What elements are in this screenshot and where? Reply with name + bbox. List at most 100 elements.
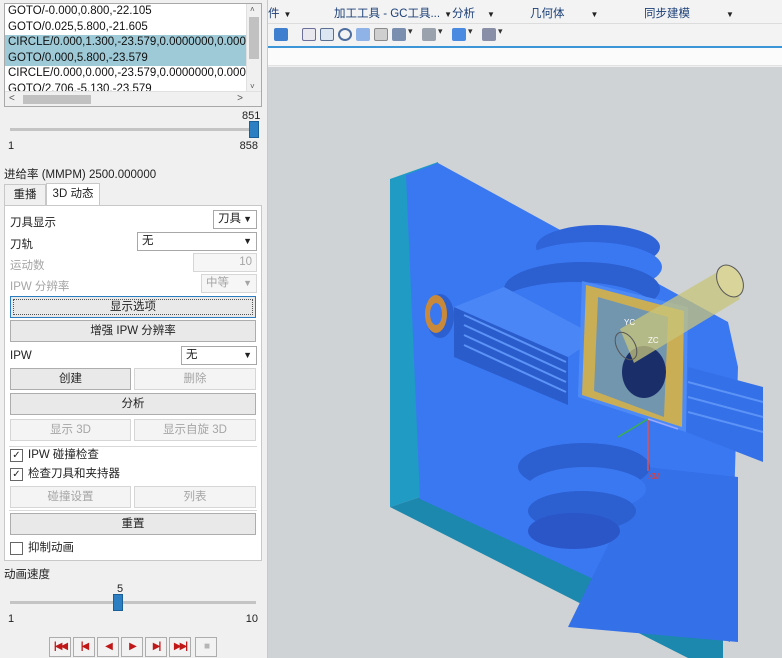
divider: [9, 510, 257, 511]
show-3d-button[interactable]: 显示 3D: [10, 419, 131, 441]
ipw-select[interactable]: 无 ▼: [181, 346, 257, 365]
menu-label: 同步建模: [644, 8, 690, 20]
perspective-icon[interactable]: [374, 28, 388, 41]
toolpath-line[interactable]: CIRCLE/0.000,0.000,-23.579,0.0000000,0.0…: [5, 66, 246, 82]
vertical-scroll-thumb[interactable]: [249, 17, 259, 59]
stop-button[interactable]: ■: [195, 637, 217, 657]
checkbox-checked-icon[interactable]: ✓: [10, 449, 23, 462]
play-reverse-button[interactable]: ◀: [97, 637, 119, 657]
list-button[interactable]: 列表: [134, 486, 256, 508]
menu-item-sync-modeling[interactable]: 同步建模 ▼: [644, 5, 734, 21]
position-slider-min: 1: [8, 140, 15, 152]
toolpath-value: 无: [142, 235, 154, 247]
slider-track[interactable]: [10, 601, 256, 604]
motion-count-field[interactable]: 10: [193, 253, 257, 272]
orient-view-icon[interactable]: [392, 26, 413, 41]
chevron-down-icon: ▼: [283, 10, 292, 19]
toolpath-line-selected[interactable]: GOTO/0.000,5.800,-23.579: [5, 50, 246, 66]
toolpath-label: 刀轨: [10, 239, 33, 251]
ipw-collision-check-checkbox[interactable]: ✓ IPW 碰撞检查: [10, 448, 99, 464]
ipw-collision-check-label: IPW 碰撞检查: [28, 449, 99, 461]
scroll-left-icon[interactable]: <: [9, 93, 15, 104]
collision-settings-button[interactable]: 碰撞设置: [10, 486, 131, 508]
vertical-scrollbar[interactable]: ˄ ˅: [246, 4, 261, 92]
animation-speed-slider[interactable]: 5 1 10: [4, 583, 262, 625]
horizontal-scrollbar[interactable]: < >: [5, 91, 261, 106]
chevron-down-icon: ▼: [487, 10, 495, 19]
chevron-down-icon: ▼: [726, 10, 734, 19]
delete-button[interactable]: 删除: [134, 368, 256, 390]
animation-speed-label: 动画速度: [4, 569, 50, 581]
toolpath-position-slider[interactable]: 851 1 858: [4, 110, 262, 152]
chevron-down-icon: ▼: [243, 350, 252, 360]
analyze-button[interactable]: 分析: [10, 393, 256, 415]
go-to-start-button[interactable]: |◀◀: [49, 637, 71, 657]
position-slider-thumb[interactable]: [248, 121, 259, 138]
chevron-down-icon: ▼: [444, 10, 452, 19]
animation-speed-thumb[interactable]: [113, 594, 124, 611]
display-options-button[interactable]: 显示选项: [10, 296, 256, 318]
rotate-icon[interactable]: [338, 28, 352, 41]
animation-speed-min: 1: [8, 613, 15, 625]
toolpath-select[interactable]: 无 ▼: [137, 232, 257, 251]
scroll-down-icon[interactable]: ˅: [250, 82, 255, 91]
toolpath-line-selected[interactable]: CIRCLE/0.000,1.300,-23.579,0.0000000,0.0…: [5, 35, 246, 51]
enhance-ipw-resolution-button[interactable]: 增强 IPW 分辨率: [10, 320, 256, 342]
menu-item-analysis[interactable]: 分析 ▼: [452, 5, 495, 21]
create-button[interactable]: 创建: [10, 368, 131, 390]
fit-view-icon[interactable]: [302, 28, 316, 41]
checkbox-unchecked-icon[interactable]: [10, 542, 23, 555]
step-forward-button[interactable]: ▶|: [145, 637, 167, 657]
tab-replay[interactable]: 重播: [4, 184, 46, 205]
view-toolbar: [268, 24, 782, 46]
suppress-animation-label: 抑制动画: [28, 542, 74, 554]
feed-rate-readout: 进给率 (MMPM) 2500.000000: [4, 169, 157, 181]
chevron-down-icon: ▼: [590, 10, 599, 19]
cube-view-icon[interactable]: [274, 28, 288, 41]
pan-icon[interactable]: [356, 28, 370, 41]
menu-item-part[interactable]: 件 ▼: [268, 5, 291, 21]
tool-display-label: 刀具显示: [10, 217, 56, 229]
zc-axis-label: ZC: [648, 336, 659, 345]
scroll-up-icon[interactable]: ˄: [250, 5, 255, 14]
show-hide-icon[interactable]: [482, 26, 503, 41]
tool-display-value: 刀具: [218, 213, 241, 225]
menu-label: 分析: [452, 8, 475, 20]
lower-boss-ring: [528, 513, 620, 549]
xm-axis-label: XM: [648, 472, 660, 481]
shaded-edges-icon[interactable]: [452, 26, 473, 41]
check-tool-holder-label: 检查刀具和夹持器: [28, 468, 120, 480]
horizontal-scroll-thumb[interactable]: [23, 95, 91, 104]
chevron-down-icon: ▼: [243, 236, 252, 246]
scroll-right-icon[interactable]: >: [237, 93, 243, 104]
step-back-button[interactable]: |◀: [73, 637, 95, 657]
slider-track[interactable]: [10, 128, 256, 131]
tab-3d-dynamic[interactable]: 3D 动态: [46, 183, 100, 206]
menu-item-geometry[interactable]: 几何体 ▼: [530, 5, 598, 21]
check-tool-holder-checkbox[interactable]: ✓ 检查刀具和夹持器: [10, 467, 120, 483]
motion-count-label: 运动数: [10, 260, 45, 272]
ipw-resolution-label: IPW 分辨率: [10, 281, 70, 293]
play-forward-button[interactable]: ▶: [121, 637, 143, 657]
toolpath-line[interactable]: GOTO/-0.000,0.800,-22.105: [5, 4, 246, 20]
ipw-value: 无: [186, 349, 198, 361]
toolpath-listbox[interactable]: GOTO/-0.000,0.800,-22.105 GOTO/0.025,5.8…: [4, 3, 262, 107]
go-to-end-button[interactable]: ▶▶|: [169, 637, 191, 657]
tool-display-select[interactable]: 刀具 ▼: [213, 210, 257, 229]
reset-button[interactable]: 重置: [10, 513, 256, 535]
suppress-animation-checkbox[interactable]: 抑制动画: [10, 541, 74, 557]
toolpath-line[interactable]: GOTO/0.025,5.800,-21.605: [5, 20, 246, 36]
menu-item-machining-tools[interactable]: 加工工具 - GC工具... ▼: [334, 5, 452, 21]
zoom-icon[interactable]: [320, 28, 334, 41]
checkbox-checked-icon[interactable]: ✓: [10, 468, 23, 481]
show-rotate-3d-button[interactable]: 显示自旋 3D: [134, 419, 256, 441]
render-style-icon[interactable]: [422, 26, 443, 41]
ipw-resolution-value: 中等: [206, 277, 229, 289]
part-3d-render[interactable]: YC ZC XM: [268, 67, 782, 658]
graphics-viewport[interactable]: YC ZC XM: [268, 67, 782, 658]
left-ring-hole: [430, 303, 442, 325]
3d-dynamic-panel: 刀具显示 刀具 ▼ 刀轨 无 ▼ 运动数 10 IPW 分辨率 中等 ▼ 显示选项 增…: [4, 205, 262, 561]
animation-speed-max: 10: [245, 613, 258, 625]
position-slider-max: 858: [239, 140, 258, 152]
ipw-resolution-select[interactable]: 中等 ▼: [201, 274, 257, 293]
